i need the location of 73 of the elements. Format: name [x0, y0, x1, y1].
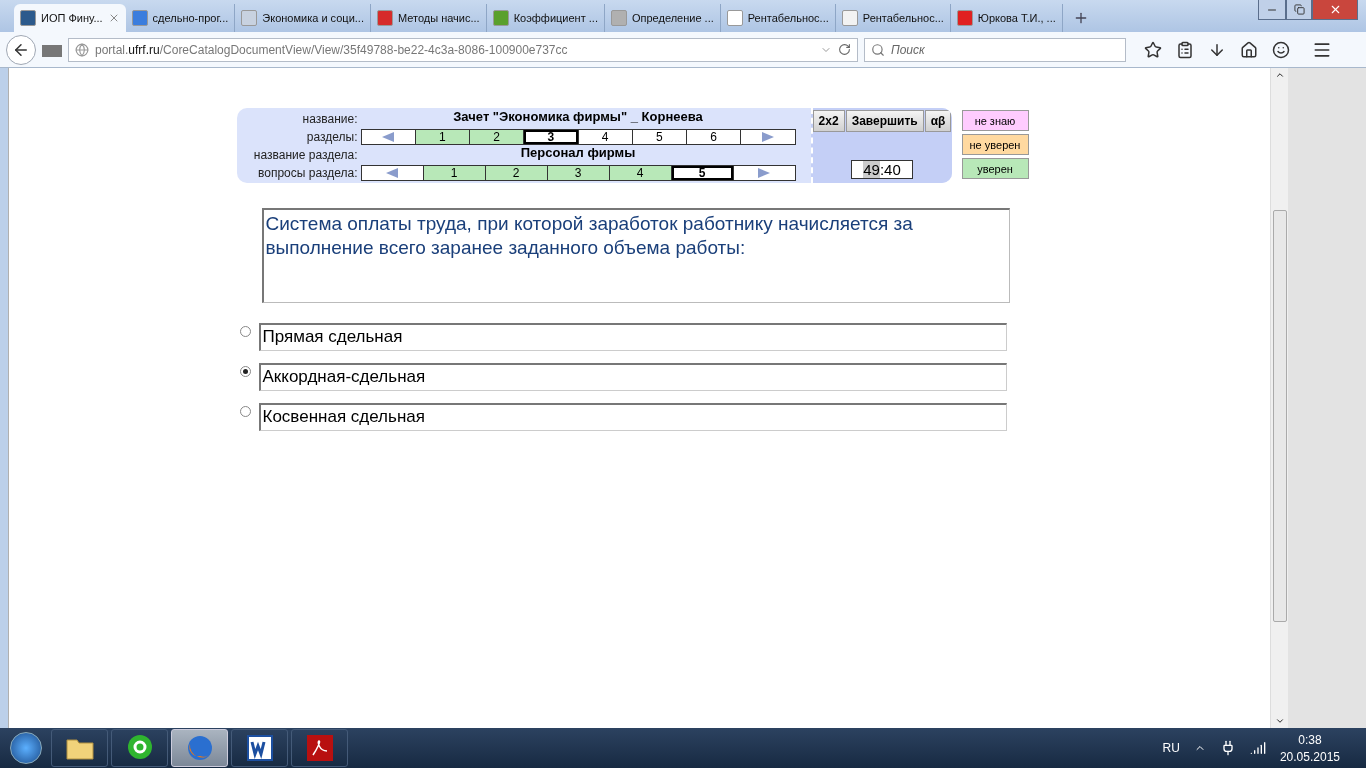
address-bar[interactable]: portal.ufrf.ru/CoreCatalogDocumentView/View/35f49788-be22-4c3a-8086-100900e737cc: [68, 37, 858, 62]
clock[interactable]: 0:38 20.05.2015: [1279, 732, 1340, 764]
right-arrow-icon[interactable]: [761, 131, 774, 142]
navigation-cell[interactable]: 1: [415, 129, 470, 144]
start-button[interactable]: [10, 732, 42, 764]
search-field[interactable]: Поиск: [864, 37, 1126, 62]
tool-button[interactable]: αβ: [924, 110, 952, 132]
browser-icon: [185, 734, 214, 762]
navigation-cell[interactable]: 3: [524, 129, 579, 144]
navigation-cell[interactable]: 5: [671, 165, 734, 180]
globe-icon: [75, 42, 89, 57]
scrollbar[interactable]: [1270, 68, 1288, 728]
test-title: Зачет "Экономика фирмы" _ Корнеева: [452, 109, 704, 126]
confidence-button[interactable]: не уверен: [961, 134, 1029, 155]
confidence-button[interactable]: не знаю: [961, 110, 1029, 131]
smiley-icon[interactable]: [1272, 40, 1290, 59]
tab-title: Экономика и соци...: [262, 12, 364, 24]
taskbar-button[interactable]: [51, 729, 108, 767]
tab-title: Рентабельнос...: [747, 12, 829, 24]
folder-icon[interactable]: [42, 42, 62, 57]
taskbar-button[interactable]: [111, 729, 168, 767]
pdf-icon: [306, 735, 333, 761]
radio-button[interactable]: [239, 326, 251, 337]
minimize-button[interactable]: [1258, 0, 1286, 20]
field-label: разделы:: [305, 128, 358, 146]
signal-icon[interactable]: [1249, 740, 1266, 756]
document-icon: [246, 735, 273, 761]
confidence-button[interactable]: уверен: [961, 158, 1029, 179]
answer-option[interactable]: Прямая сдельная: [258, 323, 1007, 351]
question-text: Система оплаты труда, при которой заработок работнику начисляется за выполнение всего заранее заданного объема работы:: [261, 208, 1010, 303]
restore-icon: [1293, 4, 1305, 15]
field-label: название раздела:: [252, 146, 358, 164]
timer: 49:40: [851, 160, 913, 179]
tab-title: Методы начис...: [397, 12, 480, 24]
taskbar-button[interactable]: [231, 729, 288, 767]
radio-button[interactable]: [239, 406, 251, 417]
navigation-cell[interactable]: 3: [547, 165, 610, 180]
left-arrow-icon[interactable]: [382, 131, 395, 142]
radio-button[interactable]: [239, 366, 251, 377]
scroll-down-icon[interactable]: [1274, 716, 1285, 726]
folder-icon: [65, 736, 94, 760]
tab-title: сдельно-прог...: [152, 12, 229, 24]
right-arrow-icon[interactable]: [758, 167, 770, 178]
language-indicator[interactable]: RU: [1162, 741, 1180, 755]
at-sign-icon: [125, 734, 154, 762]
tab-title: Определение ...: [631, 12, 714, 24]
answer-option[interactable]: Аккордная-сдельная: [258, 363, 1007, 391]
clipboard-icon[interactable]: [1176, 40, 1194, 59]
tool-button[interactable]: Завершить: [845, 110, 924, 132]
scroll-up-icon[interactable]: [1274, 70, 1285, 80]
tab-title: Рентабельнос...: [862, 12, 944, 24]
browser-tab[interactable]: ИОП Фину...: [14, 4, 126, 32]
home-icon[interactable]: [1240, 40, 1258, 59]
tab-title: Коэффициент ...: [513, 12, 598, 24]
search-icon: [871, 42, 885, 57]
field-label: вопросы раздела:: [257, 164, 358, 182]
scrollbar-thumb[interactable]: [1272, 210, 1287, 622]
reload-icon[interactable]: [838, 43, 851, 56]
field-label: название:: [301, 110, 358, 128]
section-title: Персонал фирмы: [519, 145, 637, 162]
navigation-cell[interactable]: 2: [470, 129, 525, 144]
navigation-cell[interactable]: 1: [423, 165, 486, 180]
back-button[interactable]: [6, 34, 36, 65]
url-text: portal.ufrf.ru/CoreCatalogDocumentView/View/35f49788-be22-4c3a-8086-100900e737cc: [95, 42, 569, 57]
bookmark-star-icon[interactable]: [1144, 40, 1162, 59]
navigation-cell[interactable]: 4: [609, 165, 672, 180]
navigation-cell[interactable]: 2: [485, 165, 548, 180]
left-arrow-icon[interactable]: [386, 167, 398, 178]
tool-button[interactable]: 2x2: [812, 110, 845, 132]
answer-option[interactable]: Косвенная сдельная: [258, 403, 1007, 431]
tab-title: Юркова Т.И., ...: [977, 12, 1056, 24]
restore-button[interactable]: [1286, 0, 1312, 20]
tab-title: ИОП Фину...: [41, 12, 103, 24]
